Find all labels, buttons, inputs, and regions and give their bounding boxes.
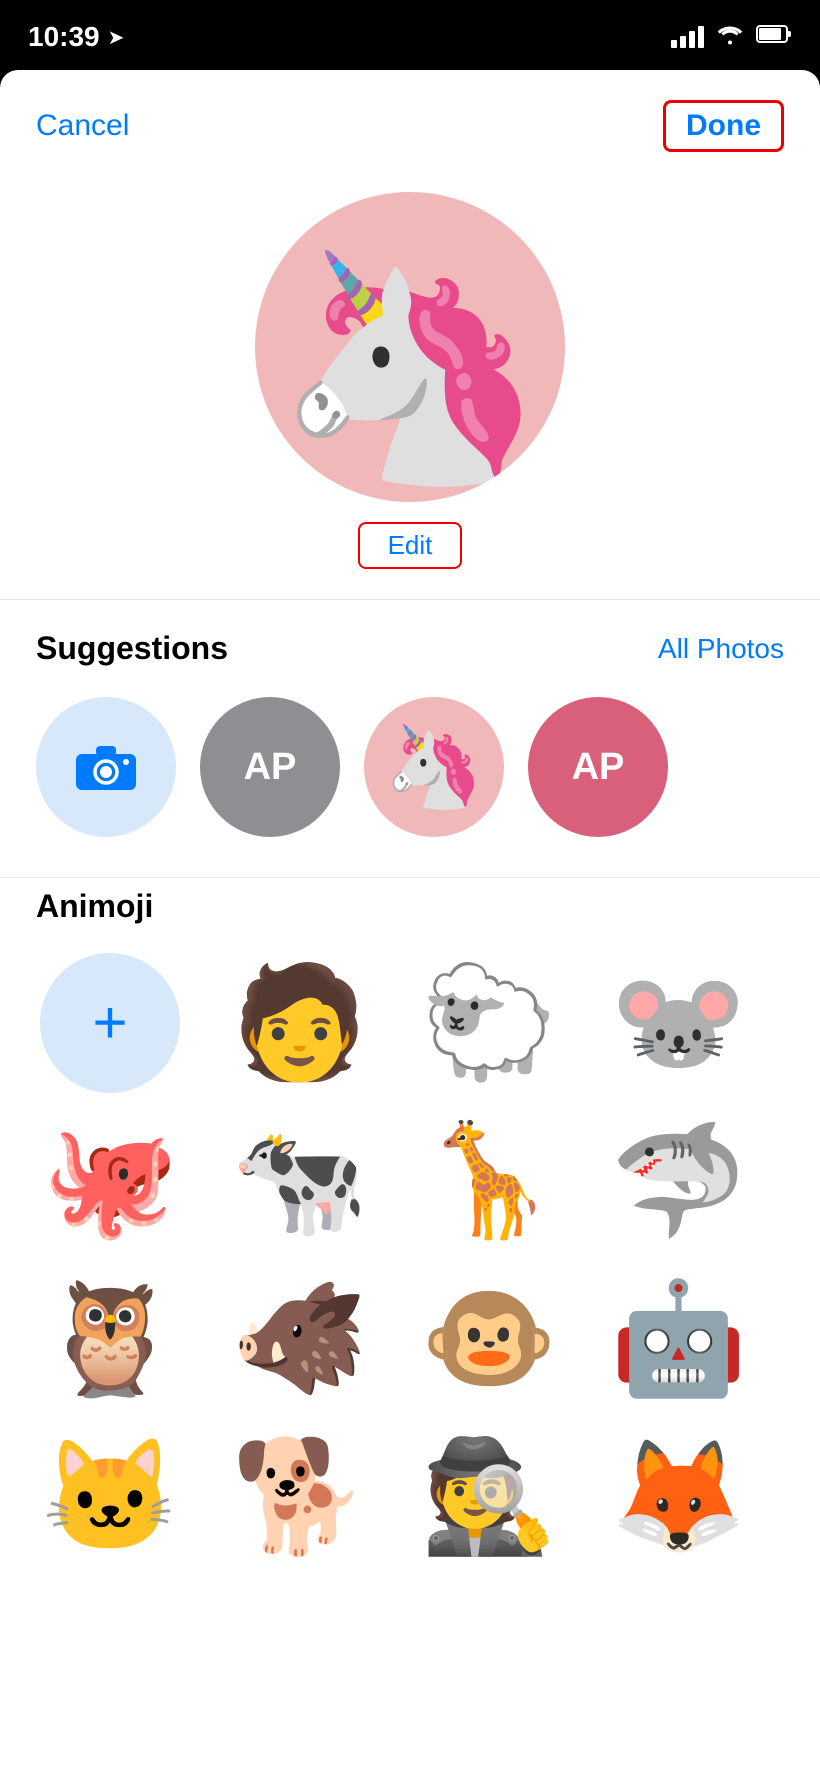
initials-gray-label: AP: [244, 746, 297, 789]
animoji-dog[interactable]: 🐕: [226, 1423, 374, 1571]
suggestions-row: AP 🦄 AP: [0, 687, 820, 877]
edit-button[interactable]: Edit: [358, 522, 463, 569]
animoji-owl[interactable]: 🦉: [36, 1265, 184, 1413]
animoji-octopus[interactable]: 🐙: [36, 1107, 184, 1255]
owl-icon: 🦉: [42, 1284, 179, 1394]
animoji-title: Animoji: [36, 888, 784, 925]
animoji-boar[interactable]: 🐗: [226, 1265, 374, 1413]
fox-icon: 🦊: [610, 1442, 747, 1552]
suggestion-initials-gray[interactable]: AP: [200, 697, 340, 837]
initials-pink-label: AP: [572, 746, 625, 789]
animoji-grid: + 🧑 🐑 🐭 🐙 🐄: [36, 949, 784, 1571]
header: Cancel Done: [0, 70, 820, 172]
animoji-spy[interactable]: 🕵️: [415, 1423, 563, 1571]
avatar-circle: 🦄: [255, 192, 565, 502]
status-time: 10:39 ➤: [28, 21, 124, 53]
animoji-robot[interactable]: 🤖: [605, 1265, 753, 1413]
person-memoji-icon: 🧑: [231, 968, 368, 1078]
done-button[interactable]: Done: [663, 100, 784, 152]
cow-icon: 🐄: [231, 1126, 368, 1236]
robot-icon: 🤖: [610, 1284, 747, 1394]
camera-icon: [74, 735, 138, 799]
shark-icon: 🦈: [610, 1126, 747, 1236]
animoji-section: Animoji + 🧑 🐑 🐭 🐙: [0, 878, 820, 1591]
time-display: 10:39: [28, 21, 100, 53]
spy-icon: 🕵️: [421, 1442, 558, 1552]
octopus-icon: 🐙: [42, 1126, 179, 1236]
animoji-cow[interactable]: 🐄: [226, 1107, 374, 1255]
animoji-giraffe[interactable]: 🦒: [415, 1107, 563, 1255]
animoji-sheep[interactable]: 🐑: [415, 949, 563, 1097]
animoji-mouse[interactable]: 🐭: [605, 949, 753, 1097]
animoji-fox[interactable]: 🦊: [605, 1423, 753, 1571]
boar-icon: 🐗: [231, 1284, 368, 1394]
suggestion-initials-pink[interactable]: AP: [528, 697, 668, 837]
animoji-cat[interactable]: 🐱: [36, 1423, 184, 1571]
cancel-button[interactable]: Cancel: [36, 109, 129, 143]
animoji-person[interactable]: 🧑: [226, 949, 374, 1097]
location-icon: ➤: [108, 25, 125, 50]
add-circle: +: [40, 953, 180, 1093]
suggestion-camera[interactable]: [36, 697, 176, 837]
giraffe-icon: 🦒: [421, 1126, 558, 1236]
monkey-icon: 🐵: [421, 1284, 558, 1394]
mouse-icon: 🐭: [610, 968, 747, 1078]
wifi-icon: [716, 23, 744, 51]
main-sheet: Cancel Done 🦄 Edit Suggestions All Photo…: [0, 70, 820, 1776]
sheep-icon: 🐑: [421, 968, 558, 1078]
all-photos-link[interactable]: All Photos: [658, 633, 784, 665]
status-icons: [671, 23, 792, 51]
battery-icon: [756, 24, 792, 50]
cat-icon: 🐱: [42, 1442, 179, 1552]
animoji-add-button[interactable]: +: [36, 949, 184, 1097]
suggestion-unicorn[interactable]: 🦄: [364, 697, 504, 837]
unicorn-avatar: 🦄: [273, 257, 547, 477]
status-bar: 10:39 ➤: [0, 0, 820, 70]
dog-icon: 🐕: [231, 1442, 368, 1552]
animoji-shark[interactable]: 🦈: [605, 1107, 753, 1255]
avatar-section: 🦄 Edit: [0, 172, 820, 599]
animoji-monkey[interactable]: 🐵: [415, 1265, 563, 1413]
suggestions-header: Suggestions All Photos: [0, 600, 820, 687]
suggestions-title: Suggestions: [36, 630, 228, 667]
plus-icon: +: [92, 993, 127, 1053]
signal-icon: [671, 26, 704, 48]
unicorn-small-icon: 🦄: [384, 727, 484, 807]
